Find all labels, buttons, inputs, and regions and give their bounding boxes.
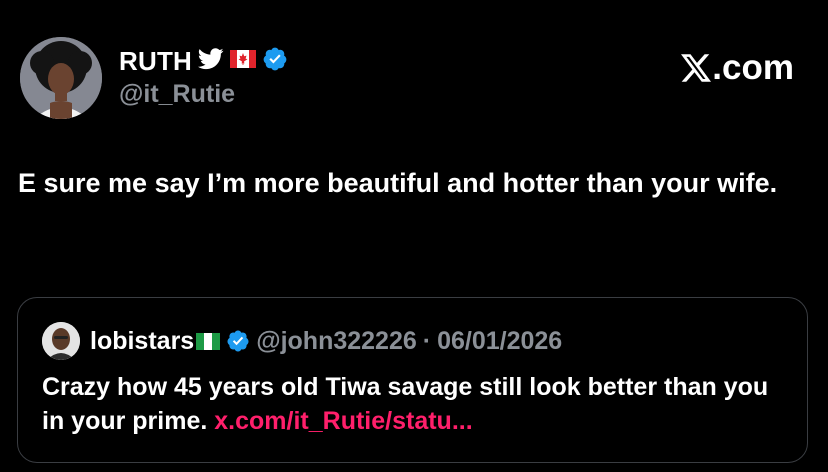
- quoted-tweet-header: lobistars @john322226 · 06/01/2026: [42, 322, 562, 360]
- tweet-text: E sure me say I’m more beautiful and hot…: [18, 168, 778, 198]
- quoted-handle[interactable]: @john322226: [256, 327, 417, 356]
- verified-badge-icon: [262, 46, 288, 77]
- nigeria-flag-icon: [196, 332, 221, 350]
- quoted-author-avatar[interactable]: [42, 322, 80, 360]
- canada-flag-icon: [230, 49, 257, 73]
- quoted-author-avatar-image: [42, 322, 80, 360]
- author-avatar-image: [20, 37, 102, 119]
- quoted-separator: ·: [422, 326, 432, 355]
- author-display-name[interactable]: RUTH: [119, 46, 192, 77]
- x-logo-icon: [681, 54, 712, 82]
- twitter-bird-icon: [198, 47, 224, 75]
- brand-domain-text: .com: [712, 48, 794, 87]
- quoted-display-name[interactable]: lobistars: [90, 327, 194, 356]
- quoted-tweet-text: Crazy how 45 years old Tiwa savage still…: [42, 370, 792, 438]
- x-com-brand: .com: [681, 48, 794, 88]
- quoted-tweet-card[interactable]: lobistars @john322226 · 06/01/2026 Crazy…: [17, 297, 808, 463]
- author-handle[interactable]: @it_Rutie: [119, 80, 235, 109]
- quoted-tweet-link[interactable]: x.com/it_Rutie/statu...: [214, 407, 472, 435]
- author-name-row: RUTH: [119, 44, 288, 78]
- quoted-date[interactable]: 06/01/2026: [437, 327, 562, 356]
- verified-badge-icon: [226, 329, 250, 353]
- author-avatar[interactable]: [20, 37, 102, 119]
